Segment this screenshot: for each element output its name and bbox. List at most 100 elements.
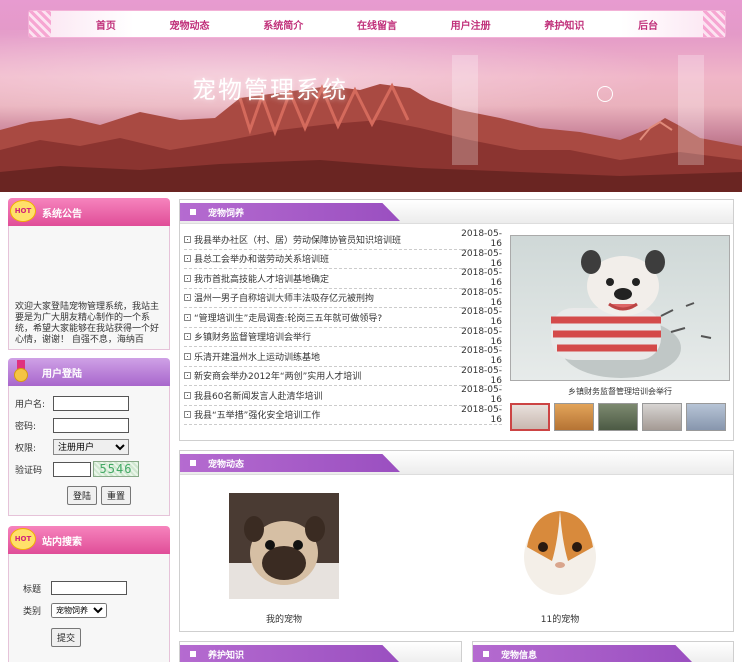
nav-about[interactable]: 系统简介: [263, 17, 303, 32]
light-beam: [452, 55, 478, 165]
username-input[interactable]: [53, 395, 129, 411]
pug-image[interactable]: [229, 493, 339, 599]
pet-label[interactable]: 11的宠物: [504, 612, 616, 625]
bullet-icon: [184, 391, 191, 399]
news-title[interactable]: 温州一男子自称培训大师丰法吸存亿元被刑拘: [194, 291, 452, 304]
news-date: 2018-05-16: [461, 268, 502, 289]
search-category-label: 类别: [23, 606, 42, 617]
captcha-label: 验证码: [15, 465, 43, 476]
news-title[interactable]: 县总工会举办和谐劳动关系培训班: [194, 252, 452, 265]
role-select[interactable]: 注册用户: [53, 439, 129, 455]
notice-text: 欢迎大家登陆宠物管理系统，我站主要是为广大朋友精心制作的一个系统，希望大家能够在…: [15, 302, 160, 345]
password-input[interactable]: [53, 417, 129, 433]
notice-title: 系统公告: [42, 208, 82, 220]
role-label: 权限:: [15, 443, 37, 454]
reset-button[interactable]: 重置: [101, 486, 132, 505]
nav-care[interactable]: 养护知识: [544, 17, 584, 32]
list-item[interactable]: 我县60名新闻发言人赴清华培训 2018-05-16: [184, 385, 502, 406]
pet-label[interactable]: 我的宠物: [228, 612, 340, 625]
captcha-image[interactable]: 5546: [93, 461, 139, 477]
nav-home[interactable]: 首页: [96, 17, 116, 32]
feature-caption: 乡镇财务监督管理培训会举行: [568, 387, 672, 396]
bullet-icon: [184, 333, 191, 341]
news-date: 2018-05-16: [461, 229, 502, 250]
nav-message[interactable]: 在线留言: [357, 17, 397, 32]
care-header: 养护知识: [180, 642, 461, 662]
news-date: 2018-05-16: [461, 248, 502, 269]
info-section: 宠物信息: [472, 641, 734, 662]
news-title[interactable]: 乐清开建温州水上运动训练基地: [194, 350, 452, 363]
bullet-icon: [184, 235, 191, 243]
pet-card[interactable]: 11的宠物: [504, 493, 616, 625]
bullet-icon: [184, 372, 191, 380]
news-title[interactable]: 我县“五举措”强化安全培训工作: [194, 408, 452, 421]
search-header: HOT 站内搜索: [8, 526, 170, 554]
news-date: 2018-05-16: [461, 287, 502, 308]
search-title: 站内搜索: [42, 536, 82, 548]
site-title: 宠物管理系统: [192, 76, 348, 104]
news-title[interactable]: “管理培训生”走局调查:轮岗三五年就可做领导?: [194, 311, 452, 324]
feature-slideshow: 乡镇财务监督管理培训会举行: [510, 235, 730, 431]
thumbnail[interactable]: [510, 403, 550, 431]
ring-decoration: [597, 86, 613, 102]
news-title[interactable]: 我县举办社区（村、居）劳动保障协管员知识培训班: [194, 233, 452, 246]
news-date: 2018-05-16: [461, 307, 502, 328]
guinea-pig-image[interactable]: [505, 493, 615, 599]
thumbnail[interactable]: [642, 403, 682, 431]
feature-photo[interactable]: [510, 235, 730, 381]
bullet-icon: [184, 294, 191, 302]
pet-news-header: 宠物动态: [180, 451, 733, 475]
list-item[interactable]: 我市首批高技能人才培训基地确定 2018-05-16: [184, 268, 502, 289]
login-title: 用户登陆: [42, 368, 82, 380]
info-header: 宠物信息: [473, 642, 733, 662]
medal-icon: [12, 360, 30, 382]
list-item[interactable]: 乡镇财务监督管理培训会举行 2018-05-16: [184, 326, 502, 347]
search-title-input[interactable]: [51, 581, 127, 595]
pet-gallery: 我的宠物 11的宠物: [180, 485, 735, 633]
list-item[interactable]: 我县举办社区（村、居）劳动保障协管员知识培训班 2018-05-16: [184, 229, 502, 250]
list-item[interactable]: 温州一男子自称培训大师丰法吸存亿元被刑拘 2018-05-16: [184, 287, 502, 308]
nav-pet-news[interactable]: 宠物动态: [170, 17, 210, 32]
news-date: 2018-05-16: [461, 326, 502, 347]
thumbnail[interactable]: [554, 403, 594, 431]
nav-register[interactable]: 用户注册: [451, 17, 491, 32]
captcha-input[interactable]: [53, 461, 91, 477]
bullet-icon: [184, 352, 191, 360]
news-date: 2018-05-16: [461, 365, 502, 386]
pet-card[interactable]: 我的宠物: [228, 493, 340, 625]
search-submit-button[interactable]: 提交: [51, 628, 82, 647]
news-title[interactable]: 乡镇财务监督管理培训会举行: [194, 330, 452, 343]
main-nav: 首页 宠物动态 系统简介 在线留言 用户注册 养护知识 后台: [28, 10, 726, 38]
list-item[interactable]: 新安商会举办2012年“两创”实用人才培训 2018-05-16: [184, 365, 502, 386]
list-item[interactable]: 县总工会举办和谐劳动关系培训班 2018-05-16: [184, 248, 502, 269]
care-section: 养护知识: [179, 641, 462, 662]
bullet-icon: [184, 313, 191, 321]
news-date: 2018-05-16: [461, 385, 502, 406]
news-date: 2018-05-16: [461, 404, 502, 425]
username-label: 用户名:: [15, 399, 46, 410]
left-column: HOT 系统公告 欢迎大家登陆宠物管理系统，我站主要是为广大朋友精心制作的一个系…: [8, 198, 170, 662]
feeding-header: 宠物饲养: [180, 200, 733, 224]
news-title[interactable]: 新安商会举办2012年“两创”实用人才培训: [194, 369, 452, 382]
login-header: 用户登陆: [8, 358, 170, 386]
thumbnail[interactable]: [686, 403, 726, 431]
login-form: 用户名: 密码: 权限: 注册用户 验证码 5546 登陆 重置: [8, 386, 170, 516]
list-item[interactable]: 乐清开建温州水上运动训练基地 2018-05-16: [184, 346, 502, 367]
nav-cap-left: [29, 11, 51, 37]
login-button[interactable]: 登陆: [67, 486, 98, 505]
feeding-title: 宠物饲养: [180, 203, 400, 221]
news-title[interactable]: 我县60名新闻发言人赴清华培训: [194, 389, 452, 402]
feeding-news-list: 我县举办社区（村、居）劳动保障协管员知识培训班 2018-05-16 县总工会举办…: [184, 229, 502, 425]
thumbnail[interactable]: [598, 403, 638, 431]
list-item[interactable]: 我县“五举措”强化安全培训工作 2018-05-16: [184, 404, 502, 425]
hot-badge-icon: HOT: [10, 528, 36, 550]
search-category-select[interactable]: 宠物饲养: [51, 602, 107, 618]
search-form: 标题 类别 宠物饲养 提交: [8, 554, 170, 662]
nav-admin[interactable]: 后台: [638, 17, 658, 32]
thumbnail-strip: [510, 403, 730, 431]
bullet-icon: [184, 411, 191, 419]
info-title: 宠物信息: [473, 645, 693, 662]
hot-badge-icon: HOT: [10, 200, 36, 222]
news-title[interactable]: 我市首批高技能人才培训基地确定: [194, 272, 452, 285]
list-item[interactable]: “管理培训生”走局调查:轮岗三五年就可做领导? 2018-05-16: [184, 307, 502, 328]
